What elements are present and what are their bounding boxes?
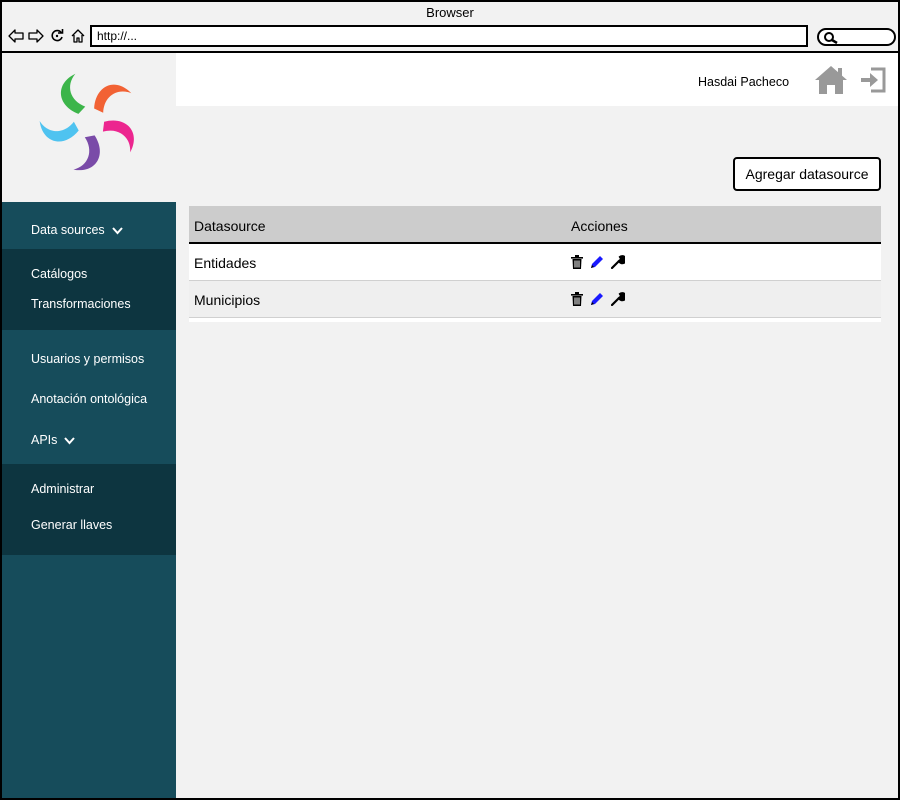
trash-icon[interactable]	[571, 255, 583, 269]
table-footer	[189, 318, 881, 322]
sidebar-item-anotacion[interactable]: Anotación ontológica	[2, 392, 176, 406]
datasource-table: Datasource Acciones Entidades Municipios	[189, 206, 881, 322]
wrench-icon[interactable]	[611, 292, 625, 306]
home-nav-icon[interactable]	[69, 27, 87, 45]
sidebar-item-usuarios[interactable]: Usuarios y permisos	[2, 352, 176, 366]
chevron-down-icon	[64, 434, 76, 448]
table-row: Entidades	[189, 244, 881, 281]
table-row: Municipios	[189, 281, 881, 318]
sidebar-item-label: Data sources	[31, 223, 105, 237]
user-name: Hasdai Pacheco	[698, 75, 790, 89]
pencil-icon[interactable]	[590, 255, 604, 269]
app-window: Browser http://... Data sources Catálogo…	[0, 0, 900, 800]
sidebar-item-catalogos[interactable]: Catálogos	[2, 267, 176, 281]
apis-submenu: Administrar Generar llaves	[2, 464, 176, 555]
logo-area	[2, 53, 176, 202]
row-actions	[571, 255, 625, 269]
row-actions	[571, 292, 625, 306]
top-header: Hasdai Pacheco	[176, 53, 898, 106]
wrench-icon[interactable]	[611, 255, 625, 269]
sidebar-item-data-sources[interactable]: Data sources	[2, 223, 176, 238]
column-header-datasource: Datasource	[194, 218, 266, 234]
sidebar-item-transformaciones[interactable]: Transformaciones	[2, 297, 176, 311]
table-header: Datasource Acciones	[189, 206, 881, 244]
reload-icon[interactable]	[48, 27, 66, 45]
back-arrow-icon[interactable]	[7, 27, 25, 45]
sidebar-item-administrar[interactable]: Administrar	[2, 482, 176, 496]
forward-arrow-icon[interactable]	[27, 27, 45, 45]
chevron-down-icon	[111, 224, 123, 238]
pencil-icon[interactable]	[590, 292, 604, 306]
url-input[interactable]: http://...	[90, 25, 808, 47]
app-logo	[39, 73, 134, 171]
column-header-acciones: Acciones	[571, 218, 628, 234]
browser-title: Browser	[426, 5, 474, 20]
sidebar: Data sources Catálogos Transformaciones …	[2, 53, 176, 798]
datasource-name: Municipios	[194, 292, 261, 308]
data-sources-submenu: Catálogos Transformaciones	[2, 249, 176, 330]
add-datasource-button[interactable]: Agregar datasource	[733, 157, 881, 191]
trash-icon[interactable]	[571, 292, 583, 306]
browser-search-input[interactable]	[817, 28, 896, 46]
browser-chrome: Browser http://...	[2, 2, 898, 53]
sidebar-item-apis[interactable]: APIs	[2, 433, 176, 448]
sidebar-item-generar-llaves[interactable]: Generar llaves	[2, 518, 176, 532]
logout-icon[interactable]	[859, 66, 887, 99]
datasource-name: Entidades	[194, 255, 257, 271]
search-icon	[824, 32, 838, 44]
home-icon[interactable]	[814, 65, 848, 100]
sidebar-item-label: APIs	[31, 433, 58, 447]
